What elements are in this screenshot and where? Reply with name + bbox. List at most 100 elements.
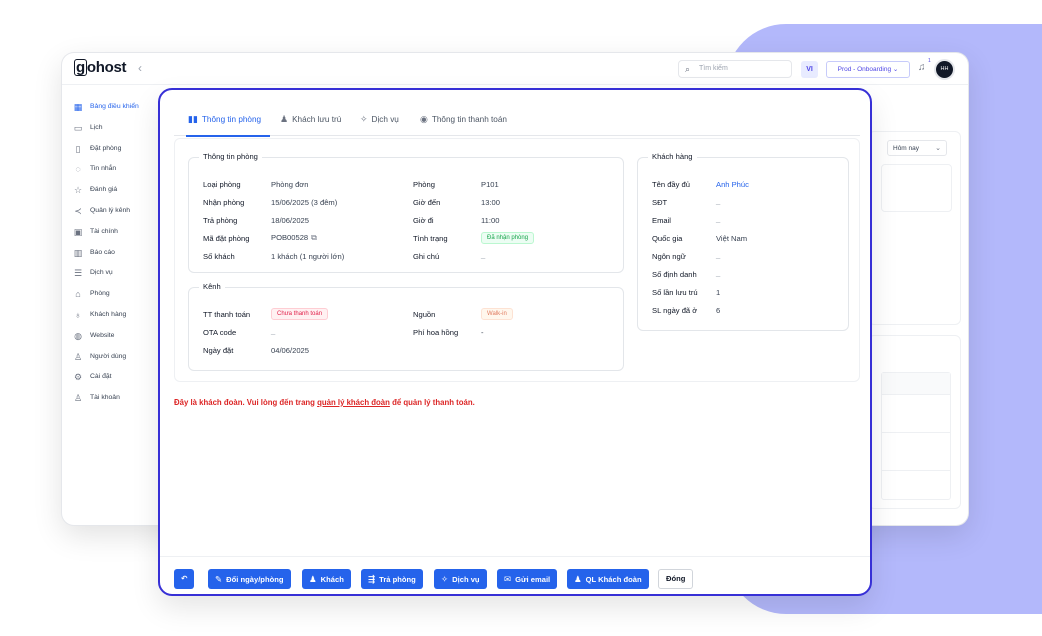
checkin-label: Nhận phòng bbox=[203, 198, 245, 207]
account-icon: ♙ bbox=[73, 393, 83, 404]
close-button[interactable]: Đóng bbox=[658, 569, 694, 589]
book-icon: ▯ bbox=[75, 143, 81, 154]
sidebar-item[interactable]: ♙ Người dùng bbox=[72, 349, 156, 365]
sidebar-item[interactable]: ▥ Báo cáo bbox=[72, 245, 156, 261]
email-icon: ✉ bbox=[504, 574, 512, 584]
customer-section: Khách hàng Tên đầy đủ Anh Phúc SĐT _ Email _ Q… bbox=[637, 152, 849, 331]
logo[interactable]: g ohost bbox=[74, 59, 127, 76]
sidebar-item[interactable]: ▦ Bảng điều khiển bbox=[72, 99, 156, 115]
room-info-icon: ▮▮ bbox=[188, 114, 198, 124]
sidebar-item-label: Tài khoản bbox=[90, 394, 120, 402]
modal-tabs: ▮▮ Thông tin phòng ♟ Khách lưu trú ✧ Dịch v… bbox=[174, 106, 860, 137]
undo-icon: ↶ bbox=[181, 574, 188, 583]
tab-services[interactable]: ✧ Dịch vụ bbox=[360, 114, 399, 125]
booking-date-label: Ngày đặt bbox=[203, 346, 234, 355]
payment-status-badge: Chưa thanh toán bbox=[271, 308, 329, 320]
checkout-button[interactable]: ⇶ Trả phòng bbox=[361, 569, 423, 589]
active-tab-indicator bbox=[186, 135, 270, 137]
room-info-card: Thông tin phòng Loại phòng Phòng đơn Nhậ… bbox=[174, 138, 860, 382]
leave-time-label: Giờ đi bbox=[413, 216, 434, 225]
dashboard-panel-2 bbox=[868, 335, 961, 509]
booking-code-value: POB00528 ⧉ bbox=[271, 233, 317, 243]
guests-icon: ♟ bbox=[280, 114, 289, 124]
section-title: Thông tin phòng bbox=[199, 152, 262, 161]
tab-room-info[interactable]: ▮▮ Thông tin phòng bbox=[188, 114, 261, 125]
commission-value: - bbox=[481, 328, 484, 337]
chevron-left-icon[interactable]: ‹ bbox=[138, 61, 142, 75]
button-label: Dịch vụ bbox=[452, 575, 480, 584]
sidebar-item[interactable]: ☆ Đánh giá bbox=[72, 182, 156, 198]
room-type-value: Phòng đơn bbox=[271, 180, 309, 189]
sidebar-item[interactable]: ◍ Website bbox=[72, 328, 156, 344]
customer-field-label: Email bbox=[652, 216, 671, 225]
list-icon: ☰ bbox=[73, 268, 83, 279]
sidebar-item[interactable]: ▣ Tài chính bbox=[72, 224, 156, 240]
sidebar-item-label: Website bbox=[90, 331, 115, 339]
sidebar-item[interactable]: ♁ Khách hàng bbox=[72, 307, 156, 323]
sidebar-item-label: Phòng bbox=[90, 290, 110, 298]
dashboard-panel: Hôm nay ⌄ bbox=[868, 131, 961, 325]
customer-field-label: SĐT bbox=[652, 198, 668, 207]
checkout-icon: ⇶ bbox=[368, 574, 376, 584]
guests-label: Số khách bbox=[203, 252, 235, 261]
copy-icon[interactable]: ⧉ bbox=[311, 233, 317, 242]
panel-table bbox=[881, 372, 951, 500]
booking-code-text: POB00528 bbox=[271, 233, 309, 242]
button-label: Đóng bbox=[666, 574, 686, 583]
calendar-icon: ▭ bbox=[73, 122, 83, 133]
tab-guests[interactable]: ♟ Khách lưu trú bbox=[280, 114, 341, 125]
language-button[interactable]: VI bbox=[801, 61, 818, 78]
customer-field-value: _ bbox=[716, 214, 721, 223]
change-date-room-button[interactable]: ✎ Đổi ngày/phòng bbox=[208, 569, 291, 589]
users-icon: ♙ bbox=[73, 351, 83, 362]
commission-label: Phí hoa hồng bbox=[413, 328, 459, 337]
date-filter-select[interactable]: Hôm nay ⌄ bbox=[887, 140, 947, 156]
group-icon: ♟ bbox=[574, 574, 582, 584]
tab-payment[interactable]: ◉ Thông tin thanh toán bbox=[420, 114, 507, 125]
customer-field-value: _ bbox=[716, 250, 721, 259]
ota-code-label: OTA code bbox=[203, 328, 237, 337]
ota-code-value: _ bbox=[271, 326, 276, 335]
guests-value: 1 khách (1 người lớn) bbox=[271, 252, 345, 261]
group-management-button[interactable]: ♟ QL Khách đoàn bbox=[567, 569, 649, 589]
customer-field-value: 6 bbox=[716, 306, 721, 315]
customer-name-link[interactable]: Anh Phúc bbox=[716, 180, 749, 189]
chevron-down-icon: ⌄ bbox=[935, 145, 941, 152]
sidebar-item-label: Lịch bbox=[90, 123, 103, 131]
button-label: Trả phòng bbox=[379, 575, 416, 584]
globe-icon: ◍ bbox=[74, 330, 82, 341]
sidebar-item[interactable]: ♙ Tài khoản bbox=[72, 390, 156, 406]
sidebar-item[interactable]: ▯ Đặt phòng bbox=[72, 141, 156, 157]
source-badge: Walk-in bbox=[481, 308, 513, 320]
sidebar-item[interactable]: ☰ Dịch vụ bbox=[72, 265, 156, 281]
sidebar-item-label: Báo cáo bbox=[90, 248, 115, 256]
search-icon: ⌕ bbox=[685, 64, 691, 74]
search-input[interactable]: ⌕ Tìm kiếm bbox=[678, 60, 792, 78]
avatar[interactable]: HH bbox=[936, 61, 953, 78]
button-label: Gửi email bbox=[515, 575, 551, 584]
sidebar-item[interactable]: ≺ Quản lý kênh bbox=[72, 203, 156, 219]
booking-date-value: 04/06/2025 bbox=[271, 346, 310, 355]
send-email-button[interactable]: ✉ Gửi email bbox=[497, 569, 558, 589]
sidebar-item-label: Người dùng bbox=[90, 352, 127, 360]
payment-icon: ◉ bbox=[420, 114, 428, 124]
sidebar-item[interactable]: ⌂ Phòng bbox=[72, 286, 156, 302]
group-management-link[interactable]: quản lý khách đoàn bbox=[317, 398, 390, 407]
payment-status-label: TT thanh toán bbox=[203, 310, 251, 319]
back-button[interactable]: ↶ bbox=[174, 569, 195, 589]
sidebar-item-label: Quản lý kênh bbox=[90, 207, 131, 214]
service-button[interactable]: ✧ Dịch vụ bbox=[434, 569, 487, 589]
bell-icon[interactable]: ♫ bbox=[918, 62, 926, 73]
sidebar-item-label: Đặt phòng bbox=[90, 144, 122, 152]
guest-button[interactable]: ♟ Khách bbox=[302, 569, 351, 589]
sidebar-item[interactable]: ⚙ Cài đặt bbox=[72, 369, 156, 385]
group-guest-warning: Đây là khách đoàn. Vui lòng đến trang qu… bbox=[174, 398, 475, 407]
environment-select[interactable]: Prod - Onboarding ⌄ bbox=[826, 61, 910, 78]
customer-field-label: Quốc gia bbox=[652, 234, 683, 243]
sidebar-item[interactable]: ◌ Tin nhắn bbox=[72, 161, 156, 177]
sidebar-item[interactable]: ▭ Lịch bbox=[72, 120, 156, 136]
booking-code-label: Mã đặt phòng bbox=[203, 234, 250, 243]
customer-field-value: 1 bbox=[716, 288, 721, 297]
checkin-value: 15/06/2025 (3 đêm) bbox=[271, 198, 338, 207]
sidebar-item-label: Khách hàng bbox=[90, 311, 127, 318]
